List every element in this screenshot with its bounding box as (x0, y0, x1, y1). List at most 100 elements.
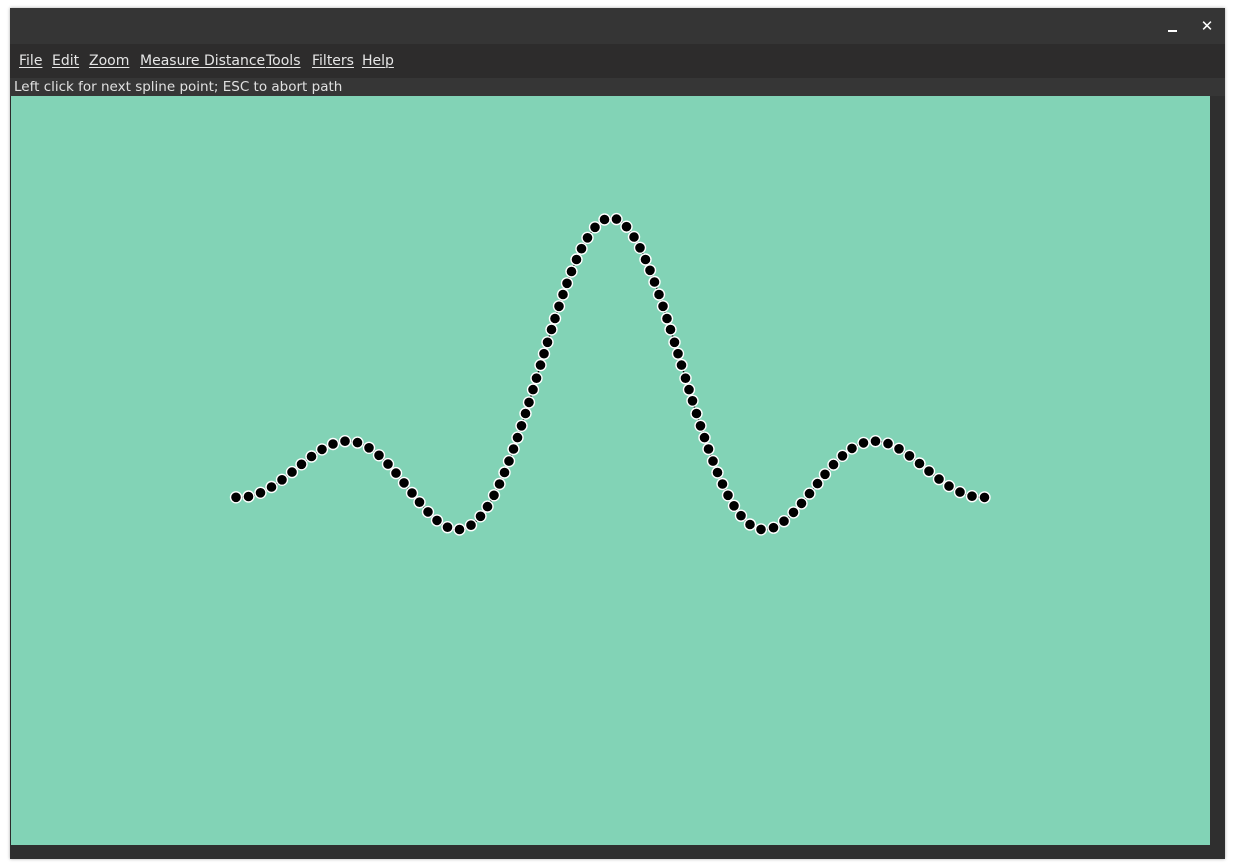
spline-control-point-90[interactable] (857, 436, 870, 450)
spline-control-point-8[interactable] (315, 443, 329, 456)
spline-control-point-75[interactable] (721, 489, 735, 502)
menu-tools[interactable]: Tools (266, 52, 301, 70)
spline-control-point-101[interactable] (978, 491, 991, 504)
spline-control-point-80[interactable] (767, 521, 780, 534)
spline-control-point-0[interactable] (229, 491, 243, 504)
spline-control-point-59[interactable] (656, 300, 670, 313)
spline-control-point-92[interactable] (881, 437, 895, 450)
spline-control-point-91[interactable] (869, 435, 882, 448)
spline-control-point-67[interactable] (686, 394, 699, 407)
spline-control-point-6[interactable] (295, 458, 308, 471)
spline-control-point-81[interactable] (777, 515, 791, 528)
spline-control-point-36[interactable] (530, 372, 543, 385)
spline-control-point-35[interactable] (526, 383, 540, 396)
spline-control-point-22[interactable] (453, 523, 466, 536)
spline-control-point-71[interactable] (702, 442, 715, 456)
menu-help[interactable]: Help (362, 52, 394, 70)
spline-control-point-51[interactable] (610, 212, 623, 226)
spline-control-point-34[interactable] (522, 396, 536, 409)
spline-control-point-16[interactable] (397, 476, 411, 490)
spline-control-point-88[interactable] (836, 449, 849, 462)
spline-control-point-14[interactable] (381, 457, 395, 471)
spline-control-point-69[interactable] (694, 419, 707, 432)
spline-control-point-1[interactable] (242, 490, 255, 503)
close-button[interactable]: ✕ (1197, 16, 1217, 36)
spline-control-point-97[interactable] (932, 472, 946, 486)
spline-control-point-77[interactable] (734, 509, 748, 522)
spline-control-point-23[interactable] (464, 519, 478, 532)
drawing-canvas[interactable] (11, 96, 1210, 845)
spline-control-point-27[interactable] (493, 477, 506, 491)
spline-control-point-76[interactable] (727, 499, 741, 512)
spline-control-point-48[interactable] (581, 231, 594, 245)
spline-control-point-43[interactable] (556, 288, 570, 301)
spline-control-point-95[interactable] (913, 457, 926, 470)
spline-control-point-84[interactable] (803, 487, 816, 500)
spline-control-point-49[interactable] (588, 221, 602, 234)
spline-control-point-25[interactable] (481, 500, 494, 513)
horizontal-scrollbar[interactable] (10, 845, 1225, 859)
spline-control-point-87[interactable] (827, 458, 840, 471)
spline-control-point-99[interactable] (953, 485, 967, 499)
spline-control-point-64[interactable] (675, 358, 688, 372)
spline-control-point-61[interactable] (664, 323, 677, 336)
spline-control-point-65[interactable] (679, 372, 692, 385)
spline-control-point-5[interactable] (285, 465, 299, 479)
spline-control-point-83[interactable] (795, 497, 808, 510)
spline-control-point-86[interactable] (818, 468, 832, 481)
spline-control-point-94[interactable] (903, 449, 916, 462)
spline-control-point-12[interactable] (362, 441, 376, 454)
spline-control-point-44[interactable] (560, 277, 574, 290)
spline-control-point-96[interactable] (922, 465, 936, 478)
spline-control-point-68[interactable] (690, 407, 703, 420)
spline-control-point-73[interactable] (711, 466, 724, 479)
spline-control-point-17[interactable] (405, 486, 419, 500)
menu-zoom[interactable]: Zoom (89, 52, 129, 70)
spline-control-point-50[interactable] (598, 213, 611, 226)
spline-control-point-53[interactable] (627, 230, 641, 244)
spline-control-point-100[interactable] (965, 490, 979, 503)
spline-control-point-26[interactable] (487, 489, 501, 502)
spline-drawing[interactable] (11, 96, 1210, 845)
spline-control-point-28[interactable] (498, 466, 511, 479)
spline-control-point-79[interactable] (754, 523, 768, 536)
spline-control-point-21[interactable] (441, 521, 454, 534)
menu-filters[interactable]: Filters (312, 52, 354, 70)
spline-control-point-89[interactable] (845, 442, 859, 455)
spline-control-point-10[interactable] (338, 435, 352, 448)
spline-control-point-98[interactable] (942, 479, 956, 493)
spline-control-point-32[interactable] (515, 419, 528, 432)
spline-control-point-24[interactable] (474, 510, 487, 523)
title-bar[interactable]: ✕ (10, 8, 1225, 44)
spline-control-point-15[interactable] (389, 466, 403, 480)
menu-file[interactable]: File (19, 52, 42, 70)
spline-control-point-62[interactable] (668, 336, 681, 349)
spline-control-point-55[interactable] (639, 253, 652, 266)
spline-control-point-40[interactable] (545, 323, 558, 336)
spline-control-point-72[interactable] (706, 454, 720, 468)
spline-control-point-42[interactable] (552, 300, 566, 313)
menu-edit[interactable]: Edit (52, 52, 79, 70)
spline-control-point-82[interactable] (787, 506, 800, 519)
spline-control-point-4[interactable] (275, 473, 289, 486)
spline-control-point-85[interactable] (811, 477, 824, 490)
spline-control-point-41[interactable] (548, 312, 562, 325)
spline-control-point-2[interactable] (254, 486, 267, 499)
minimize-button[interactable] (1163, 16, 1183, 36)
spline-control-point-29[interactable] (502, 454, 516, 468)
spline-control-point-31[interactable] (511, 431, 524, 444)
spline-control-point-3[interactable] (265, 480, 278, 494)
spline-control-point-33[interactable] (519, 407, 532, 420)
spline-control-point-47[interactable] (575, 242, 588, 255)
spline-control-point-18[interactable] (413, 496, 426, 509)
spline-control-point-9[interactable] (326, 437, 340, 451)
spline-control-point-57[interactable] (648, 275, 661, 289)
spline-control-point-7[interactable] (305, 450, 318, 463)
spline-control-point-60[interactable] (660, 312, 674, 325)
spline-control-point-93[interactable] (892, 442, 906, 455)
spline-control-point-11[interactable] (351, 436, 364, 449)
spline-control-point-54[interactable] (633, 241, 647, 255)
spline-control-point-56[interactable] (643, 264, 657, 277)
spline-control-point-19[interactable] (421, 505, 435, 519)
spline-control-point-37[interactable] (534, 358, 547, 372)
